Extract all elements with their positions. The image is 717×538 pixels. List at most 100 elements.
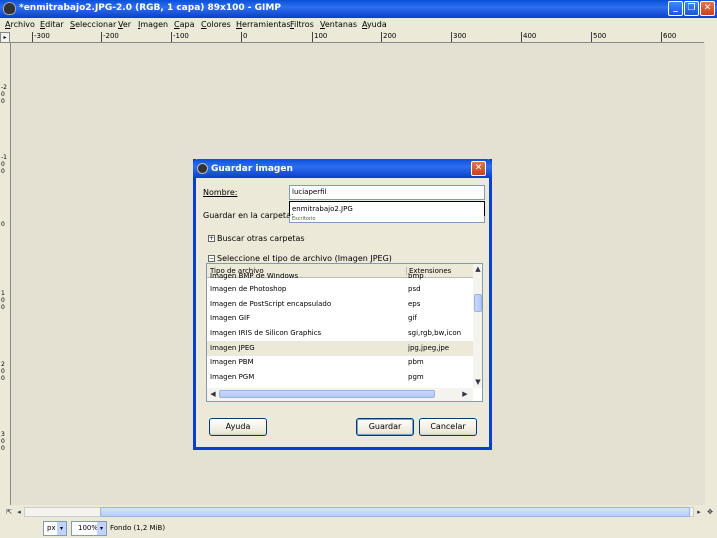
save-button[interactable]: Guardar [356, 418, 414, 436]
ruler-label: -100 [1, 154, 7, 175]
dialog-close-button[interactable]: ✕ [471, 161, 486, 176]
ruler-label: 0 [243, 32, 248, 40]
menu-editar[interactable]: Editar [40, 20, 64, 29]
ruler-label: 600 [663, 32, 677, 40]
dialog-titlebar: Guardar imagen ✕ [193, 159, 492, 178]
filetype-name: Imagen de PostScript encapsulado [210, 300, 332, 308]
filetype-ext: gif [408, 314, 417, 322]
ruler-tick [661, 32, 662, 42]
filetype-ext: pbm [408, 358, 424, 366]
filetype-name: Imagen JPEG [210, 344, 255, 352]
ruler-end-cap [705, 32, 717, 43]
menu-bar: Archivo Editar Seleccionar Ver Imagen Ca… [0, 18, 717, 32]
canvas-horizontal-scrollbar[interactable]: ⇱ ◂ ▸ ✥ [0, 505, 717, 519]
window-titlebar: *enmitrabajo2.JPG-2.0 (RGB, 1 capa) 89x1… [0, 0, 717, 18]
quick-mask-corner-button[interactable]: ▸ [0, 32, 10, 43]
ruler-label: -200 [103, 32, 119, 40]
filetype-name: Imagen de Photoshop [210, 285, 287, 293]
navigate-icon[interactable]: ✥ [705, 507, 715, 517]
menu-seleccionar[interactable]: Seleccionar [70, 20, 116, 29]
ruler-tick [381, 32, 382, 42]
menu-archivo[interactable]: Archivo [5, 20, 35, 29]
filetype-expander-label: Seleccione el tipo de archivo (Imagen JP… [217, 254, 392, 263]
window-title: *enmitrabajo2.JPG-2.0 (RGB, 1 capa) 89x1… [19, 3, 281, 13]
ruler-tick [521, 32, 522, 42]
menu-ventanas[interactable]: Ventanas [320, 20, 357, 29]
filetype-ext: pgm [408, 373, 424, 381]
scroll-up-icon[interactable]: ▲ [474, 265, 482, 273]
ruler-tick [241, 32, 242, 42]
browse-folders-expander[interactable]: + Buscar otras carpetas [208, 234, 305, 243]
menu-filtros[interactable]: Filtros [290, 20, 314, 29]
list-item[interactable]: Imagen de Photoshop psd [207, 282, 473, 297]
filetype-name: Imagen IRIS de Silicon Graphics [210, 329, 322, 337]
ruler-label: -100 [173, 32, 189, 40]
collapse-icon: − [208, 255, 215, 262]
filetype-list[interactable]: Tipo de archivo Extensiones Imagen BMP d… [206, 263, 483, 402]
name-input[interactable]: luciaperfil [289, 185, 485, 200]
menu-capa[interactable]: Capa [174, 20, 194, 29]
chevron-down-icon: ▾ [57, 522, 66, 535]
filetype-expander[interactable]: − Seleccione el tipo de archivo (Imagen J… [208, 254, 392, 263]
dialog-title: Guardar imagen [211, 164, 293, 174]
ruler-label: 200 [383, 32, 397, 40]
autocomplete-suggestion[interactable]: enmitrabajo2.JPG [289, 201, 485, 217]
menu-ver[interactable]: Ver [118, 20, 131, 29]
ruler-label: 100 [1, 290, 5, 311]
menu-herramientas[interactable]: Herramientas [236, 20, 291, 29]
list-item[interactable]: Imagen de PostScript encapsulado eps [207, 297, 473, 312]
browse-folders-label: Buscar otras carpetas [217, 234, 305, 243]
ruler-tick [32, 32, 33, 42]
menu-ayuda[interactable]: Ayuda [362, 20, 387, 29]
folder-select[interactable]: Escritorio [289, 216, 485, 223]
filetype-ext: bmp [408, 273, 424, 280]
ruler-tick [451, 32, 452, 42]
filetype-horizontal-scrollbar[interactable]: ◀ ▶ [207, 388, 473, 401]
scroll-left-arrow-icon[interactable]: ◂ [14, 507, 24, 517]
scroll-right-arrow-icon[interactable]: ▸ [694, 507, 704, 517]
scroll-right-icon[interactable]: ▶ [461, 390, 469, 398]
ruler-label: -300 [34, 32, 50, 40]
status-bar: px ▾ 100% ▾ Fondo (1,2 MiB) [0, 519, 717, 538]
ruler-label: -200 [1, 84, 7, 105]
scroll-thumb[interactable] [100, 507, 690, 517]
scroll-thumb[interactable] [474, 294, 482, 312]
help-button[interactable]: Ayuda [209, 418, 267, 436]
ruler-label: 100 [314, 32, 328, 40]
list-item-selected[interactable]: Imagen JPEG jpg,jpeg,jpe [207, 341, 473, 356]
scroll-down-icon[interactable]: ▼ [474, 378, 482, 386]
ruler-tick [101, 32, 102, 42]
folder-label: Guardar en la carpeta: [203, 211, 294, 220]
cancel-button[interactable]: Cancelar [419, 418, 477, 436]
scroll-left-icon[interactable]: ⇱ [4, 507, 14, 517]
filetype-ext: sgi,rgb,bw,icon [408, 329, 462, 337]
expand-icon: + [208, 235, 215, 242]
gimp-icon [197, 163, 208, 174]
list-item[interactable]: Imagen PGM pgm [207, 370, 473, 385]
vertical-scroll-strip[interactable] [705, 43, 717, 505]
list-item[interactable]: Imagen GIF gif [207, 311, 473, 326]
close-window-button[interactable]: ✕ [700, 1, 715, 16]
ruler-label: 300 [453, 32, 467, 40]
restore-button[interactable]: ❐ [684, 1, 699, 16]
ruler-label: 0 [1, 221, 5, 228]
menu-colores[interactable]: Colores [201, 20, 231, 29]
ruler-label: 500 [593, 32, 607, 40]
menu-imagen[interactable]: Imagen [138, 20, 168, 29]
filetype-vertical-scrollbar[interactable]: ▲ ▼ [473, 264, 482, 388]
scroll-thumb[interactable] [219, 390, 435, 398]
filetype-ext: jpg,jpeg,jpe [408, 344, 450, 352]
ruler-label: 300 [1, 431, 5, 452]
ruler-label: 400 [523, 32, 537, 40]
list-item[interactable]: Imagen IRIS de Silicon Graphics sgi,rgb,… [207, 326, 473, 341]
list-item[interactable]: Imagen PBM pbm [207, 355, 473, 370]
minimize-button[interactable]: _ [668, 1, 683, 16]
name-label: Nombre: [203, 188, 238, 197]
filetype-name: Imagen PGM [210, 373, 255, 381]
gimp-icon [3, 2, 16, 15]
scroll-left-icon[interactable]: ◀ [209, 390, 217, 398]
filetype-name: Imagen BMP de Windows [210, 273, 299, 280]
zoom-select[interactable]: 100% ▾ [71, 521, 107, 536]
unit-select[interactable]: px ▾ [43, 521, 67, 536]
filetype-name: Imagen GIF [210, 314, 251, 322]
